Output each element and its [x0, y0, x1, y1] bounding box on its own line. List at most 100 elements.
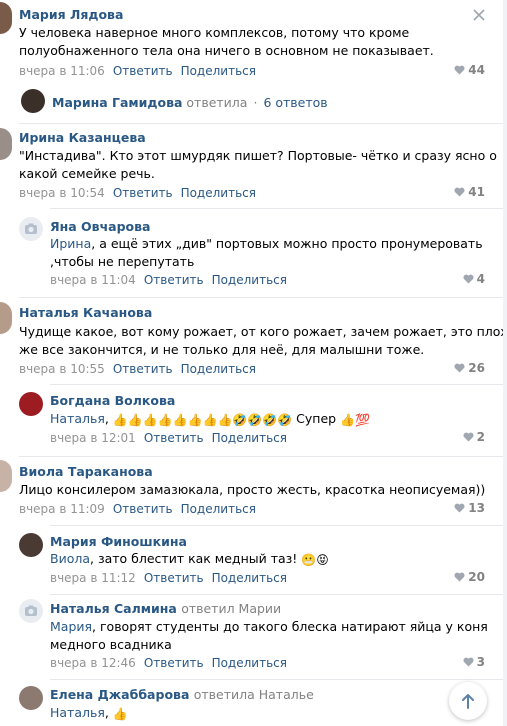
camera-placeholder-icon — [25, 605, 37, 616]
reply-link[interactable]: Ответить — [144, 431, 204, 445]
heart-icon — [454, 572, 465, 582]
reply-link[interactable]: Ответить — [113, 186, 173, 200]
scrollbar[interactable] — [503, 0, 507, 726]
comment-text: Виола, зато блестит как медный таз! 😬😝 — [50, 551, 329, 567]
comment-meta: вчера в 12:01 Ответить Поделиться — [50, 431, 287, 445]
like-count: 3 — [476, 655, 485, 669]
comment-author[interactable]: Ирина Казанцева — [19, 130, 146, 145]
reply-link[interactable]: Ответить — [144, 273, 204, 287]
comment-time[interactable]: вчера в 10:54 — [19, 186, 105, 200]
comment-text: У человека наверное много комплексов, по… — [19, 25, 410, 40]
avatar[interactable] — [0, 2, 12, 34]
mention-link[interactable]: Мария — [50, 619, 92, 634]
share-link[interactable]: Поделиться — [212, 273, 287, 287]
avatar[interactable] — [0, 302, 12, 334]
share-link[interactable]: Поделиться — [212, 431, 287, 445]
reply-link[interactable]: Ответить — [113, 362, 173, 376]
like-button[interactable]: 3 — [463, 655, 485, 669]
avatar[interactable] — [0, 460, 12, 492]
comment-time[interactable]: вчера в 12:46 — [50, 656, 136, 670]
heart-icon — [454, 65, 465, 75]
like-button[interactable]: 2 — [463, 430, 485, 444]
comment-time[interactable]: вчера в 11:12 — [50, 571, 136, 585]
mention-link[interactable]: Виола — [50, 551, 90, 566]
like-button[interactable]: 41 — [454, 185, 485, 199]
comment-time[interactable]: вчера в 11:09 — [19, 502, 105, 516]
reply-link[interactable]: Ответить — [144, 571, 204, 585]
mention-link[interactable]: Ирина — [50, 236, 91, 251]
like-count: 20 — [468, 570, 485, 584]
divider — [50, 525, 507, 526]
avatar[interactable] — [21, 89, 45, 113]
comment-meta: вчера в 11:12 Ответить Поделиться — [50, 571, 287, 585]
comment-meta: вчера в 11:06 Ответить Поделиться — [19, 64, 256, 78]
like-button[interactable]: 26 — [454, 361, 485, 375]
replied-label: ответил Марии — [181, 601, 282, 616]
share-link[interactable]: Поделиться — [181, 502, 256, 516]
like-count: 41 — [468, 185, 485, 199]
heart-icon — [463, 432, 474, 442]
rofl-emoji: 🤣🤣🤣🤣 — [232, 413, 293, 427]
divider — [50, 208, 507, 209]
like-count: 2 — [476, 430, 485, 444]
divider — [50, 679, 507, 680]
like-button[interactable]: 4 — [463, 272, 485, 286]
replied-label: ответила Наталье — [193, 687, 314, 702]
comment-author-line: Наталья Салмина ответил Марии — [50, 601, 281, 616]
avatar[interactable] — [19, 217, 43, 241]
mention-link[interactable]: Наталья — [50, 705, 105, 720]
comment-author[interactable]: Елена Джаббарова — [50, 687, 189, 702]
mention-link[interactable]: Наталья — [50, 411, 105, 426]
avatar[interactable] — [19, 392, 43, 416]
comment-author[interactable]: Мария Лядова — [19, 7, 123, 22]
avatar[interactable] — [19, 686, 43, 710]
comment-time[interactable]: вчера в 12:01 — [50, 431, 136, 445]
reply-author[interactable]: Марина Гамидова — [52, 95, 182, 110]
comment-time[interactable]: вчера в 10:55 — [19, 362, 105, 376]
comment-text: Ирина, а ещё этих „див" портовых можно п… — [50, 236, 483, 251]
share-link[interactable]: Поделиться — [181, 362, 256, 376]
share-link[interactable]: Поделиться — [212, 656, 287, 670]
share-link[interactable]: Поделиться — [212, 571, 287, 585]
divider — [50, 384, 507, 385]
thread-more[interactable]: Марина Гамидова ответила · 6 ответов — [52, 95, 328, 110]
separator-dot: · — [253, 95, 258, 110]
like-count: 13 — [468, 501, 485, 515]
close-icon[interactable] — [473, 9, 485, 21]
comment-time[interactable]: вчера в 11:06 — [19, 64, 105, 78]
comment-meta: вчера в 12:46 Ответить Поделиться — [50, 656, 287, 670]
comment-text: "Инстадива". Кто этот шмурдяк пишет? Пор… — [19, 148, 497, 163]
comment-text: Чудище какое, вот кому рожает, от кого р… — [19, 324, 507, 339]
reply-link[interactable]: Ответить — [113, 502, 173, 516]
comment-author[interactable]: Наталья Салмина — [50, 601, 177, 616]
comment-text: полуобнаженного тела она ничего в основн… — [19, 43, 434, 58]
avatar[interactable] — [0, 128, 12, 160]
replies-count[interactable]: 6 ответов — [263, 95, 327, 110]
comment-time[interactable]: вчера в 11:04 — [50, 273, 136, 287]
reply-link[interactable]: Ответить — [144, 656, 204, 670]
heart-icon — [454, 363, 465, 373]
comment-author[interactable]: Виола Тараканова — [19, 464, 153, 479]
comment-author[interactable]: Мария Финошкина — [50, 534, 187, 549]
comment-author[interactable]: Наталья Качанова — [19, 305, 152, 320]
scroll-top-button[interactable] — [449, 682, 487, 720]
comment-meta: вчера в 11:09 Ответить Поделиться — [19, 502, 256, 516]
like-button[interactable]: 20 — [454, 570, 485, 584]
avatar[interactable] — [19, 599, 43, 623]
like-button[interactable]: 13 — [454, 501, 485, 515]
replied-label: ответила — [186, 95, 248, 110]
share-link[interactable]: Поделиться — [181, 64, 256, 78]
comment-meta: вчера в 11:04 Ответить Поделиться — [50, 273, 287, 287]
divider — [50, 594, 507, 595]
like-count: 44 — [468, 63, 485, 77]
comment-author[interactable]: Богдана Волкова — [50, 393, 175, 408]
like-button[interactable]: 44 — [454, 63, 485, 77]
share-link[interactable]: Поделиться — [181, 186, 256, 200]
comment-text: Мария, говорят студенты до такого блеска… — [50, 619, 488, 634]
reply-link[interactable]: Ответить — [113, 64, 173, 78]
comment-text: Наталья, 👍👍👍👍👍👍👍👍🤣🤣🤣🤣 Супер 👍💯 — [50, 411, 370, 427]
comment-author[interactable]: Яна Овчарова — [50, 219, 150, 234]
avatar[interactable] — [19, 533, 43, 557]
like-count: 26 — [468, 361, 485, 375]
comment-text: медного всадника — [50, 637, 172, 652]
